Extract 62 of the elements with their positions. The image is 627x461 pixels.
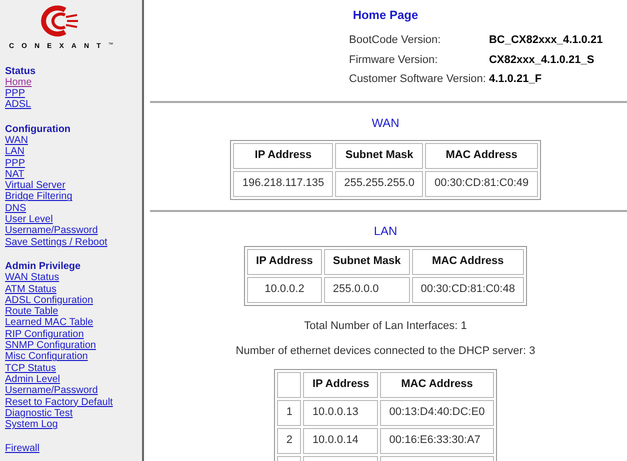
section-heading: Status	[5, 66, 36, 77]
column-header: Subnet Mask	[335, 142, 424, 168]
nav-link[interactable]: Save Settings / Reboot	[5, 236, 108, 248]
nav-link[interactable]: Virtual Server	[5, 180, 66, 192]
table-cell: 00:16:E6:33:30:A7	[380, 428, 494, 454]
column-header: Subnet Mask	[324, 248, 410, 274]
table-cell: 255.0.0.0	[324, 276, 410, 302]
version-label: Firmware Version:	[349, 52, 439, 68]
table-cell: 196.218.117.135	[233, 170, 334, 196]
nav-link[interactable]: WAN Status	[5, 272, 60, 284]
column-header: IP Address	[247, 248, 322, 274]
lan-count-text: Total Number of Lan Interfaces: 1	[304, 318, 467, 334]
section-title: WAN	[372, 114, 400, 132]
nav-link[interactable]: Username/Password	[5, 225, 98, 237]
nav-link[interactable]: Bridge Filtering	[5, 191, 72, 203]
nav-link[interactable]: Username/Password	[5, 385, 98, 397]
column-header: IP Address	[233, 142, 334, 168]
nav-link[interactable]: WAN	[5, 134, 28, 146]
nav-link[interactable]: Home	[5, 76, 32, 88]
table-cell: 10.0.0.14	[303, 428, 378, 454]
nav-link[interactable]: User Level	[5, 214, 53, 226]
nav-link[interactable]: NAT	[5, 168, 24, 180]
nav-link[interactable]: DNS	[5, 202, 26, 214]
nav-link[interactable]: Diagnostic Test	[5, 408, 73, 420]
nav-link[interactable]: TCP Status	[5, 362, 56, 374]
nav-link[interactable]: ADSL Configuration	[5, 294, 94, 306]
column-header: MAC Address	[380, 372, 494, 398]
section-heading: Admin Privilege	[5, 260, 81, 272]
nav-link[interactable]: Firewall	[5, 443, 40, 455]
page-title: Home Page	[352, 7, 418, 24]
section-title: LAN	[374, 222, 398, 240]
table-cell: 10.0.0.2	[247, 276, 322, 302]
column-header: MAC Address	[425, 142, 538, 168]
table-cell: 00:30:CD:81:C0:48	[412, 276, 524, 302]
nav-link[interactable]: PPP	[5, 88, 26, 100]
nav-link[interactable]: Route Table	[5, 306, 58, 318]
section-heading: Configuration	[5, 124, 71, 135]
version-label: BootCode Version:	[349, 33, 442, 48]
nav-link[interactable]: SNMP Configuration	[5, 340, 96, 352]
nav-link[interactable]: LAN	[5, 146, 24, 158]
table-cell: 1	[277, 400, 302, 426]
nav-link[interactable]: ADSL	[5, 99, 32, 111]
nav-link[interactable]: ATM Status	[5, 284, 56, 295]
nav-link[interactable]: PPP	[5, 158, 26, 169]
nav-link[interactable]: Reset to Factory Default	[5, 396, 113, 408]
column-header: IP Address	[303, 372, 378, 398]
version-value: 4.1.0.21_F	[488, 72, 543, 87]
table-cell: 10.0.0.13	[303, 400, 378, 426]
nav-link[interactable]: RIP Configuration	[5, 328, 84, 340]
dhcp-count-text: Number of ethernet devices connected to the DHCP server: 3	[236, 344, 536, 359]
version-value: BC_CX82xxx_4.1.0.21	[488, 33, 603, 48]
nav-link[interactable]: System Log	[5, 419, 58, 430]
column-header: MAC Address	[412, 248, 524, 274]
nav-link[interactable]: Admin Level	[5, 374, 60, 386]
table-cell: 00:30:CD:81:C0:49	[425, 170, 538, 196]
nav-link[interactable]: Learned MAC Table	[5, 317, 94, 329]
version-value: CX82xxx_4.1.0.21_S	[488, 52, 596, 68]
version-label: Customer Software Version:	[349, 72, 486, 87]
table-cell: 00:13:D4:40:DC:E0	[380, 400, 494, 426]
nav-link[interactable]: Misc Configuration	[5, 351, 88, 363]
table-cell: 2	[277, 428, 302, 454]
table-cell: 255.255.255.0	[335, 170, 424, 196]
